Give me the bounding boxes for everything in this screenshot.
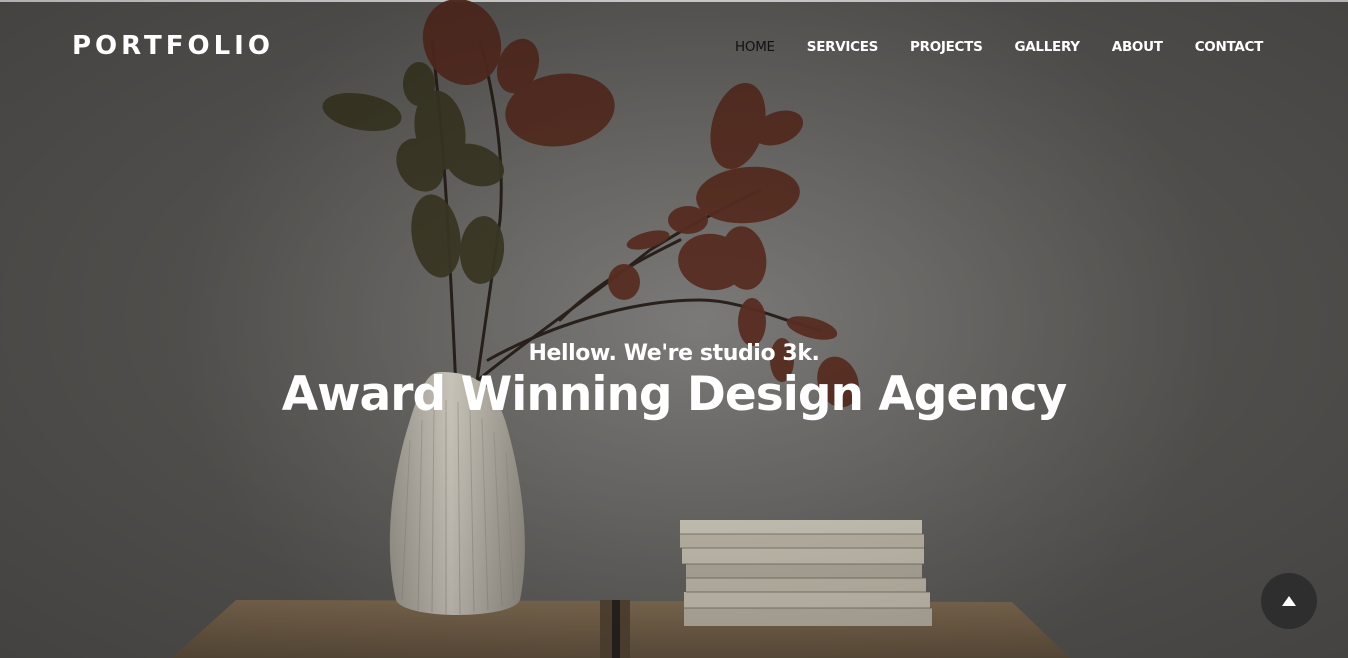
nav-item-gallery: GALLERY (1015, 36, 1081, 58)
main-nav: HOME SERVICES PROJECTS GALLERY ABOUT CON… (703, 36, 1263, 58)
back-to-top-button[interactable] (1261, 573, 1317, 629)
nav-link-home[interactable]: HOME (735, 39, 775, 55)
nav-item-projects: PROJECTS (910, 36, 983, 58)
hero-title: Award Winning Design Agency (281, 367, 1067, 422)
hero-section (0, 0, 1348, 658)
nav-link-contact[interactable]: CONTACT (1195, 39, 1264, 55)
nav-item-home: HOME (735, 36, 775, 58)
hero-background-image (0, 0, 1348, 658)
nav-link-gallery[interactable]: GALLERY (1015, 39, 1081, 55)
nav-link-services[interactable]: SERVICES (807, 39, 879, 55)
brand-logo[interactable]: PORTFOLIO (72, 30, 274, 62)
nav-item-about: ABOUT (1112, 36, 1163, 58)
nav-link-projects[interactable]: PROJECTS (910, 39, 983, 55)
nav-item-contact: CONTACT (1195, 36, 1264, 58)
nav-link-about[interactable]: ABOUT (1112, 39, 1163, 55)
hero-text-block: Hellow. We're studio 3k. Award Winning D… (0, 336, 1348, 420)
arrow-up-icon (1282, 596, 1296, 606)
nav-item-services: SERVICES (807, 36, 879, 58)
